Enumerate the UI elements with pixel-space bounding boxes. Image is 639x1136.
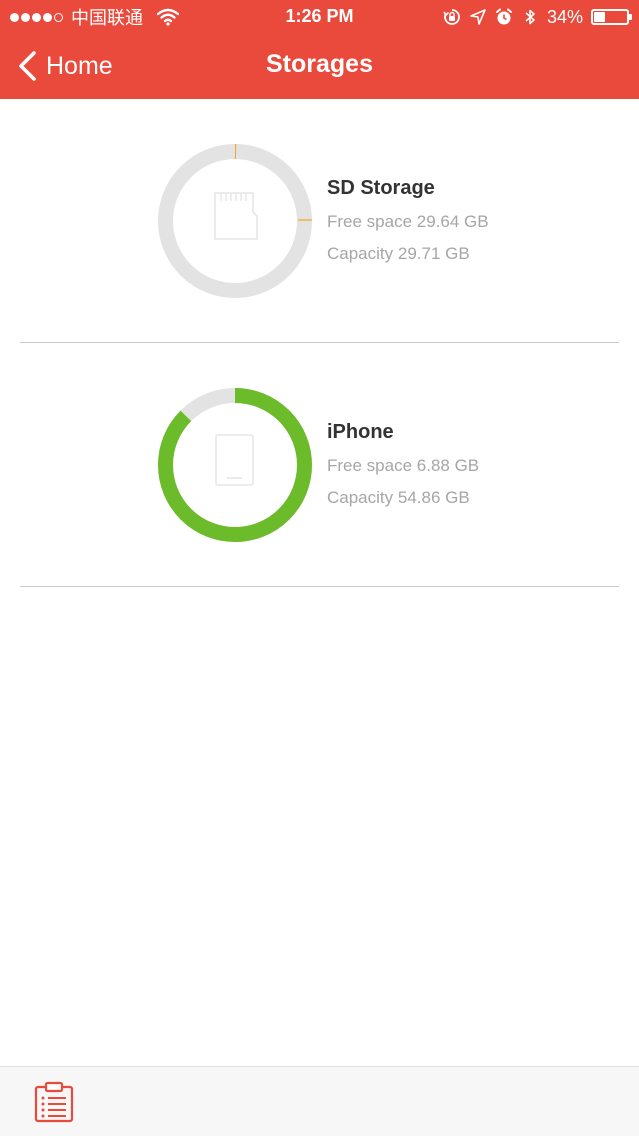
storage-name: SD Storage [327, 177, 435, 199]
bluetooth-icon [525, 9, 535, 25]
header: 中国联通 1:26 PM 34% Home Storages [0, 0, 639, 99]
orientation-lock-icon [443, 9, 460, 25]
ring-track [158, 144, 312, 298]
page-title: Storages [266, 50, 373, 78]
storage-item-iphone[interactable]: iPhone Free space 6.88 GB Capacity 54.86… [0, 343, 639, 587]
bottom-toolbar [0, 1066, 639, 1136]
battery-level [594, 12, 605, 22]
alarm-icon [495, 8, 512, 25]
nav-bar: Home Storages [0, 34, 639, 99]
capacity: Capacity 54.86 GB [327, 488, 470, 507]
phone-icon [215, 434, 254, 486]
sd-card-icon [214, 192, 258, 240]
storage-list: SD Storage Free space 29.64 GB Capacity … [0, 99, 639, 587]
status-right: 34% [443, 6, 632, 28]
divider [20, 586, 619, 587]
location-icon [470, 9, 486, 25]
free-space: Free space 6.88 GB [327, 456, 480, 475]
storage-info: SD Storage Free space 29.64 GB Capacity … [327, 177, 489, 276]
capacity: Capacity 29.71 GB [327, 244, 470, 263]
storage-name: iPhone [327, 421, 394, 443]
iphone-usage-ring [158, 388, 312, 542]
battery-percent: 34% [546, 6, 583, 27]
clipboard-list-icon[interactable] [33, 1081, 75, 1123]
status-bar: 中国联通 1:26 PM 34% [0, 0, 639, 34]
ring-used-arc [158, 388, 312, 542]
sd-usage-ring [158, 144, 312, 298]
storage-info: iPhone Free space 6.88 GB Capacity 54.86… [327, 421, 479, 520]
free-space: Free space 29.64 GB [327, 212, 489, 231]
battery-icon [591, 9, 632, 25]
storage-item-sd[interactable]: SD Storage Free space 29.64 GB Capacity … [0, 99, 639, 343]
storages-screen: 中国联通 1:26 PM 34% Home Storages SD Storag… [0, 0, 639, 1136]
